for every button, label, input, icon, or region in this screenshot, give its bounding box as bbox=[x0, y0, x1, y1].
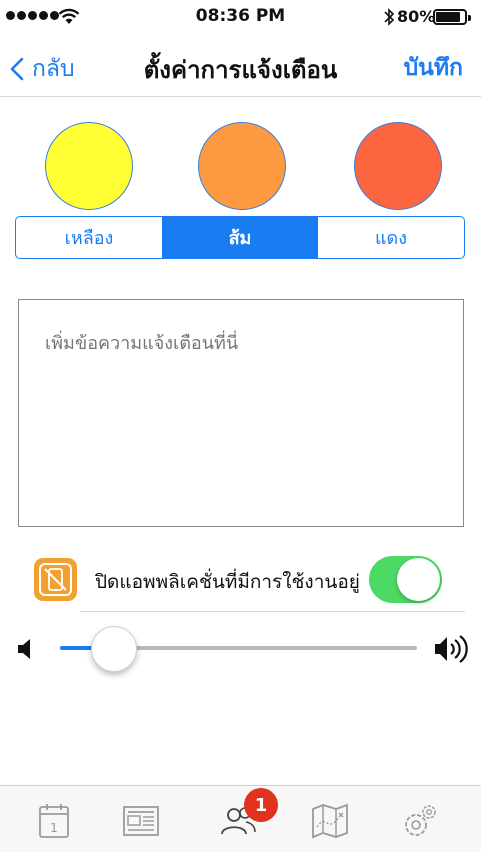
close-active-apps-label: ปิดแอพพลิเคชั่นที่มีการใช้งานอยู่ bbox=[95, 571, 360, 593]
close-active-apps-toggle[interactable] bbox=[369, 556, 442, 603]
tab-news[interactable] bbox=[121, 801, 161, 841]
gear-icon bbox=[405, 805, 436, 836]
red-color-swatch[interactable] bbox=[354, 122, 442, 210]
battery-icon bbox=[433, 9, 471, 25]
back-button[interactable]: กลับ bbox=[10, 51, 75, 87]
orange-color-swatch[interactable] bbox=[198, 122, 286, 210]
message-input[interactable] bbox=[18, 299, 464, 527]
speaker-high-icon bbox=[435, 635, 468, 663]
chevron-left-icon bbox=[10, 57, 24, 81]
back-label: กลับ bbox=[32, 56, 75, 82]
segment-orange[interactable]: ส้ม bbox=[163, 217, 317, 258]
yellow-color-swatch[interactable] bbox=[45, 122, 133, 210]
segment-red[interactable]: แดง bbox=[317, 217, 464, 258]
no-phone-icon bbox=[34, 558, 77, 601]
calendar-day: 1 bbox=[50, 821, 58, 835]
bluetooth-icon bbox=[384, 8, 395, 26]
save-button[interactable]: บันทึก bbox=[404, 50, 463, 86]
notification-badge: 1 bbox=[244, 788, 278, 822]
status-bar: 08:36 PM 80% bbox=[0, 0, 481, 34]
calendar-icon: 1 bbox=[39, 804, 69, 838]
tab-bar: 1 bbox=[0, 785, 481, 852]
news-icon bbox=[123, 806, 159, 836]
color-segmented-control: เหลือง ส้ม แดง bbox=[15, 216, 465, 259]
navigation-bar: กลับ ตั้งค่าการแจ้งเตือน บันทึก bbox=[0, 34, 481, 97]
toggle-knob bbox=[397, 558, 440, 601]
map-icon bbox=[312, 803, 348, 839]
battery-percent: 80% bbox=[397, 7, 436, 26]
volume-slider-thumb[interactable] bbox=[90, 626, 137, 672]
segment-yellow[interactable]: เหลือง bbox=[16, 217, 163, 258]
tab-map[interactable] bbox=[310, 801, 350, 841]
divider bbox=[80, 611, 465, 612]
tab-calendar[interactable]: 1 bbox=[34, 801, 74, 841]
tab-settings[interactable] bbox=[399, 801, 439, 841]
speaker-low-icon bbox=[18, 639, 30, 659]
